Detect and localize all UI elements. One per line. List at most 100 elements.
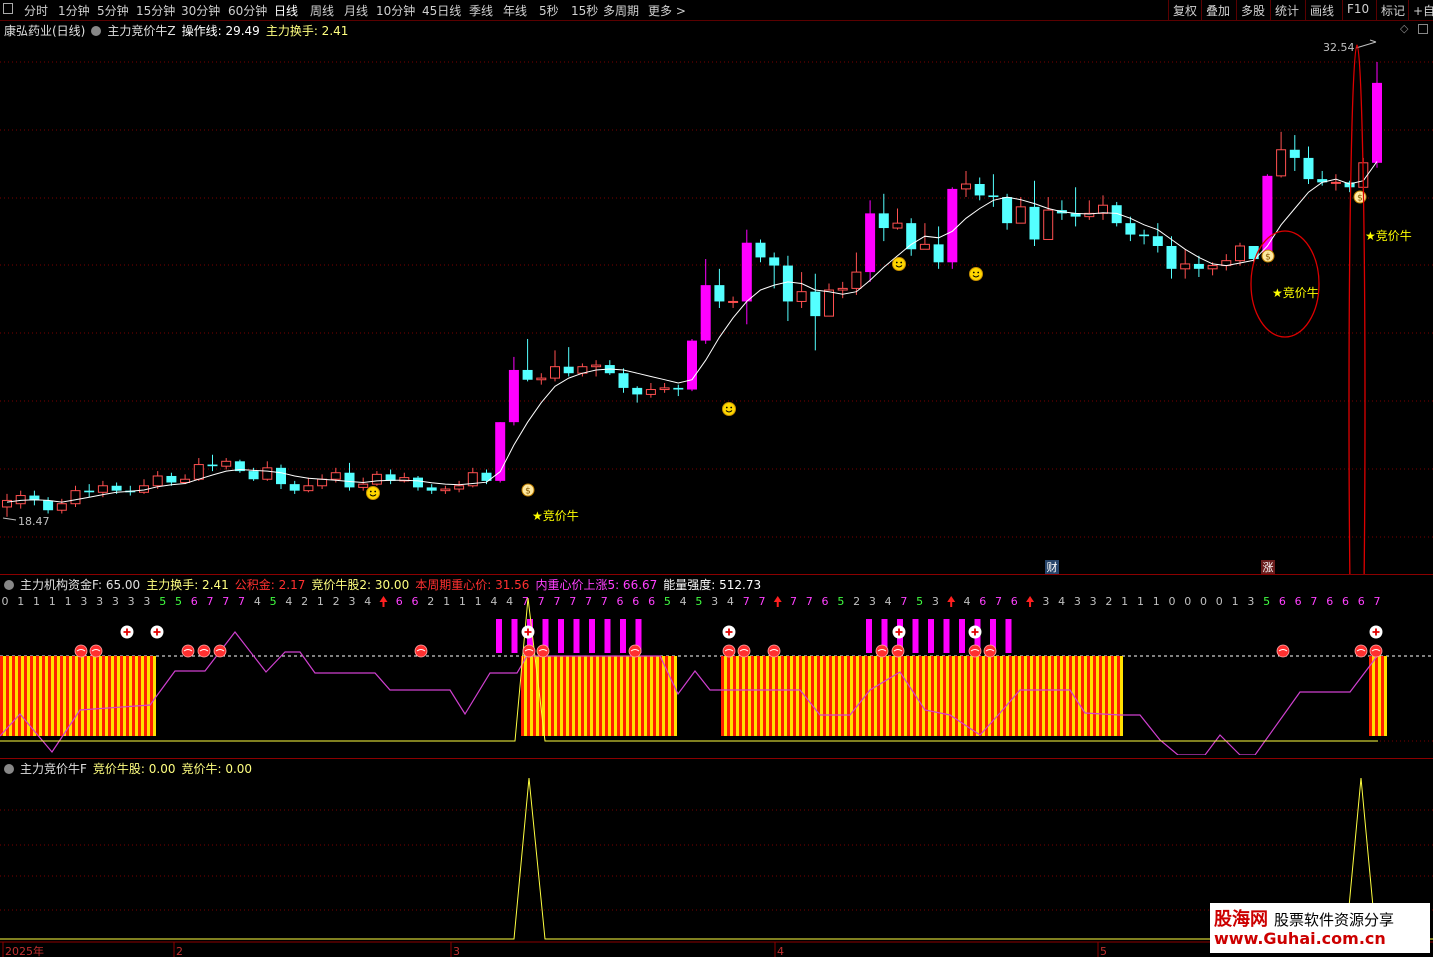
fund-bar-yellow bbox=[928, 656, 931, 736]
fund-bar-red bbox=[769, 656, 772, 736]
toolbar-button[interactable]: 复权 bbox=[1168, 0, 1201, 20]
toolbar-button[interactable]: 多股 bbox=[1236, 0, 1269, 20]
toolbar-button[interactable]: F10 bbox=[1342, 0, 1373, 20]
signal-digit: 0 bbox=[1200, 595, 1207, 608]
fund-bar-red bbox=[1087, 656, 1090, 736]
signal-digit: 7 bbox=[1374, 595, 1381, 608]
fund-bar-yellow bbox=[1054, 656, 1057, 736]
fund-bar-yellow bbox=[970, 656, 973, 736]
period-tab[interactable]: 更多 > bbox=[648, 2, 686, 19]
fund-bar-yellow bbox=[123, 656, 126, 736]
candle-body bbox=[837, 287, 848, 291]
period-tab[interactable]: 5秒 bbox=[539, 2, 559, 19]
fund-bar-yellow bbox=[129, 656, 132, 736]
candle-body bbox=[1029, 206, 1040, 240]
red-ball-icon bbox=[1354, 644, 1368, 658]
signal-digit: 7 bbox=[790, 595, 797, 608]
fund-bar-yellow bbox=[39, 656, 42, 736]
toolbar-button[interactable]: 标记 bbox=[1376, 0, 1409, 20]
toolbar-button[interactable]: 统计 bbox=[1270, 0, 1303, 20]
signal-digit: 6 bbox=[1358, 595, 1365, 608]
magenta-bar bbox=[573, 619, 580, 653]
candle-body bbox=[152, 475, 163, 487]
fund-bar-red bbox=[1033, 656, 1036, 736]
candle-body bbox=[317, 478, 328, 487]
candle-body bbox=[591, 364, 602, 368]
red-ball-icon bbox=[197, 644, 211, 658]
candle-body bbox=[1207, 265, 1218, 270]
fund-bar-red bbox=[533, 656, 536, 736]
fund-bar-yellow bbox=[111, 656, 114, 736]
period-tab[interactable]: 日线 bbox=[274, 2, 298, 19]
fund-bar-red bbox=[629, 656, 632, 736]
candle-body bbox=[714, 285, 725, 302]
fund-bar-yellow bbox=[1024, 656, 1027, 736]
fund-bar-yellow bbox=[1114, 656, 1117, 736]
fund-bar-yellow bbox=[1030, 656, 1033, 736]
fund-bar-red bbox=[721, 656, 724, 736]
period-tab[interactable]: 季线 bbox=[469, 2, 493, 19]
signal-digit: 5 bbox=[695, 595, 702, 608]
fund-bar-red bbox=[545, 656, 548, 736]
signal-digit: 4 bbox=[285, 595, 292, 608]
period-tab[interactable]: 周线 bbox=[310, 2, 334, 19]
period-tab[interactable]: 30分钟 bbox=[181, 2, 220, 19]
period-tab[interactable]: 多周期 bbox=[603, 2, 639, 19]
candle-body bbox=[454, 485, 465, 490]
period-tab[interactable]: 月线 bbox=[344, 2, 368, 19]
fund-bar-red bbox=[739, 656, 742, 736]
signal-digit: 4 bbox=[1058, 595, 1065, 608]
fund-bar-red bbox=[931, 656, 934, 736]
period-tab[interactable]: 1分钟 bbox=[58, 2, 90, 19]
fund-bar-yellow bbox=[1096, 656, 1099, 736]
high-pointer bbox=[1369, 39, 1377, 43]
fund-bar-red bbox=[557, 656, 560, 736]
fund-bar-red bbox=[907, 656, 910, 736]
fund-bar-yellow bbox=[117, 656, 120, 736]
fund-bar-red bbox=[126, 656, 129, 736]
fund-bar-yellow bbox=[1372, 656, 1375, 736]
fund-bar-yellow bbox=[814, 656, 817, 736]
fund-bar-yellow bbox=[153, 656, 156, 736]
fund-bar-yellow bbox=[578, 656, 581, 736]
signal-digit: 4 bbox=[364, 595, 371, 608]
fund-bar-red bbox=[30, 656, 33, 736]
candle-body bbox=[687, 340, 697, 390]
signal-digit: 6 bbox=[1279, 595, 1286, 608]
period-tab[interactable]: 分时 bbox=[24, 2, 48, 19]
toolbar-button[interactable]: +自 bbox=[1408, 0, 1433, 20]
fund-bar-red bbox=[0, 656, 3, 736]
candle-body bbox=[796, 291, 807, 302]
fund-bar-yellow bbox=[608, 656, 611, 736]
high-pointer bbox=[1355, 41, 1377, 49]
period-tab[interactable]: 45日线 bbox=[422, 2, 461, 19]
period-tab[interactable]: 年线 bbox=[503, 2, 527, 19]
signal-digit: 6 bbox=[1342, 595, 1349, 608]
fund-bar-red bbox=[817, 656, 820, 736]
fund-bar-yellow bbox=[1120, 656, 1123, 736]
signal-digit: 3 bbox=[1090, 595, 1097, 608]
signal-digit: 7 bbox=[569, 595, 576, 608]
toolbar-button[interactable]: 叠加 bbox=[1201, 0, 1234, 20]
fund-bar-yellow bbox=[614, 656, 617, 736]
fund-bar-red bbox=[114, 656, 117, 736]
period-tab[interactable]: 5分钟 bbox=[97, 2, 129, 19]
period-tab[interactable]: 15分钟 bbox=[136, 2, 175, 19]
red-ball-icon bbox=[1369, 644, 1383, 658]
period-tab[interactable]: 10分钟 bbox=[376, 2, 415, 19]
toolbar-menu-icon[interactable] bbox=[3, 3, 13, 14]
period-tab[interactable]: 60分钟 bbox=[228, 2, 267, 19]
fund-bar-red bbox=[617, 656, 620, 736]
signal-digit: 3 bbox=[932, 595, 939, 608]
period-tab[interactable]: 15秒 bbox=[571, 2, 598, 19]
indicator-settings-icon[interactable] bbox=[4, 580, 14, 590]
smiley-eye bbox=[374, 490, 377, 493]
fund-bar-red bbox=[811, 656, 814, 736]
toolbar-button[interactable]: 画线 bbox=[1305, 0, 1338, 20]
candle-body bbox=[15, 495, 26, 505]
candle-body bbox=[1098, 204, 1108, 214]
signal-digit: 2 bbox=[301, 595, 308, 608]
price-chart: 32.54 18.47 $ $ $ ★竞价牛 ★竞价牛 ★竞价牛财 涨 bbox=[0, 39, 1433, 575]
fund-bar-yellow bbox=[75, 656, 78, 736]
magenta-bar bbox=[604, 619, 611, 653]
